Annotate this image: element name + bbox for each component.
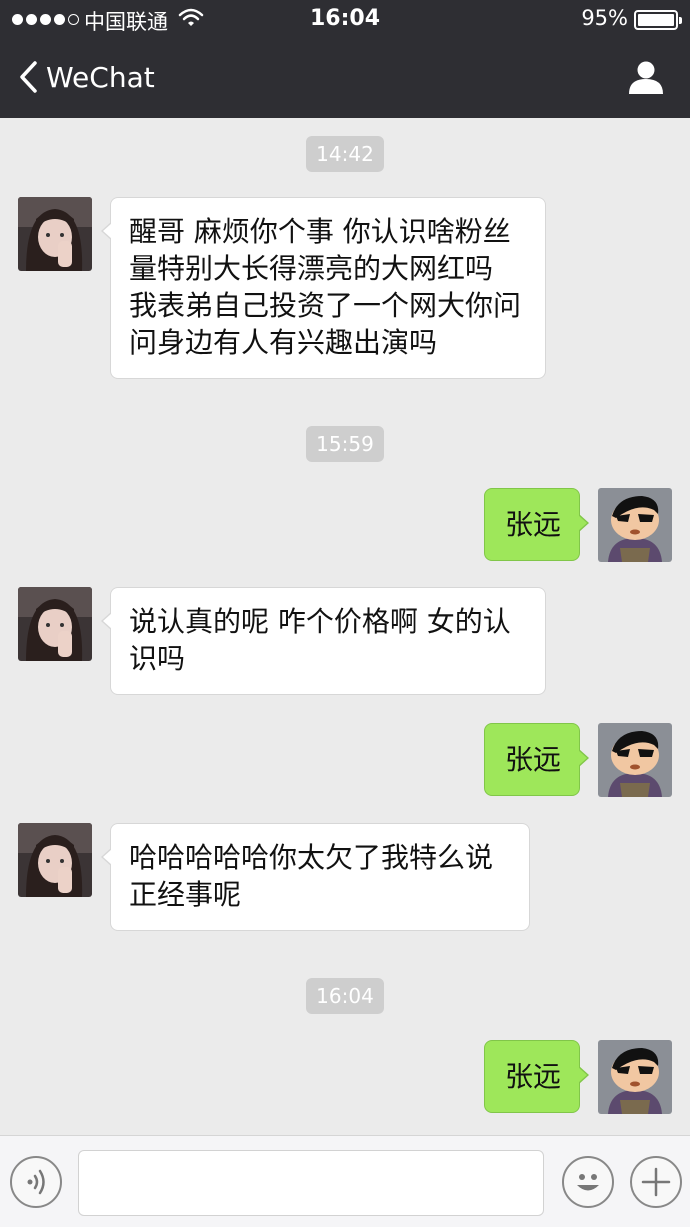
my-avatar[interactable] [598,488,672,562]
friend-avatar[interactable] [18,823,92,897]
battery-percent: 95% [581,6,628,30]
friend-avatar[interactable] [18,587,92,661]
message-input[interactable] [78,1150,544,1216]
input-bar [0,1135,690,1227]
contact-info-button[interactable] [628,60,664,98]
chat-area[interactable]: 14:42 醒哥 麻烦你个事 你认识啥粉丝量特别大长得漂亮的大网红吗 我表弟自己… [0,118,690,1135]
back-label: WeChat [46,60,155,94]
outgoing-message[interactable]: 张远 [484,488,590,561]
more-options-button[interactable] [630,1156,682,1208]
status-bar: 中国联通 16:04 95% [0,0,690,40]
back-button[interactable]: WeChat [18,60,155,94]
outgoing-message[interactable]: 张远 [484,1040,590,1113]
incoming-message[interactable]: 哈哈哈哈哈你太欠了我特么说正经事呢 [101,823,530,931]
voice-input-button[interactable] [10,1156,62,1208]
my-avatar[interactable] [598,723,672,797]
person-icon [629,61,663,94]
incoming-message[interactable]: 说认真的呢 咋个价格啊 女的认识吗 [101,587,546,695]
timestamp: 15:59 [0,426,690,462]
voice-icon [27,1169,45,1195]
my-avatar[interactable] [598,1040,672,1114]
smiley-icon [577,1174,599,1191]
top-bar: 中国联通 16:04 95% WeChat [0,0,690,118]
incoming-message[interactable]: 醒哥 麻烦你个事 你认识啥粉丝量特别大长得漂亮的大网红吗 我表弟自己投资了一个网… [101,197,546,379]
timestamp: 16:04 [0,978,690,1014]
timestamp: 14:42 [0,136,690,172]
plus-icon [641,1167,671,1197]
chevron-left-icon [20,61,37,93]
battery-icon [634,10,682,30]
emoji-button[interactable] [562,1156,614,1208]
friend-avatar[interactable] [18,197,92,271]
outgoing-message[interactable]: 张远 [484,723,590,796]
